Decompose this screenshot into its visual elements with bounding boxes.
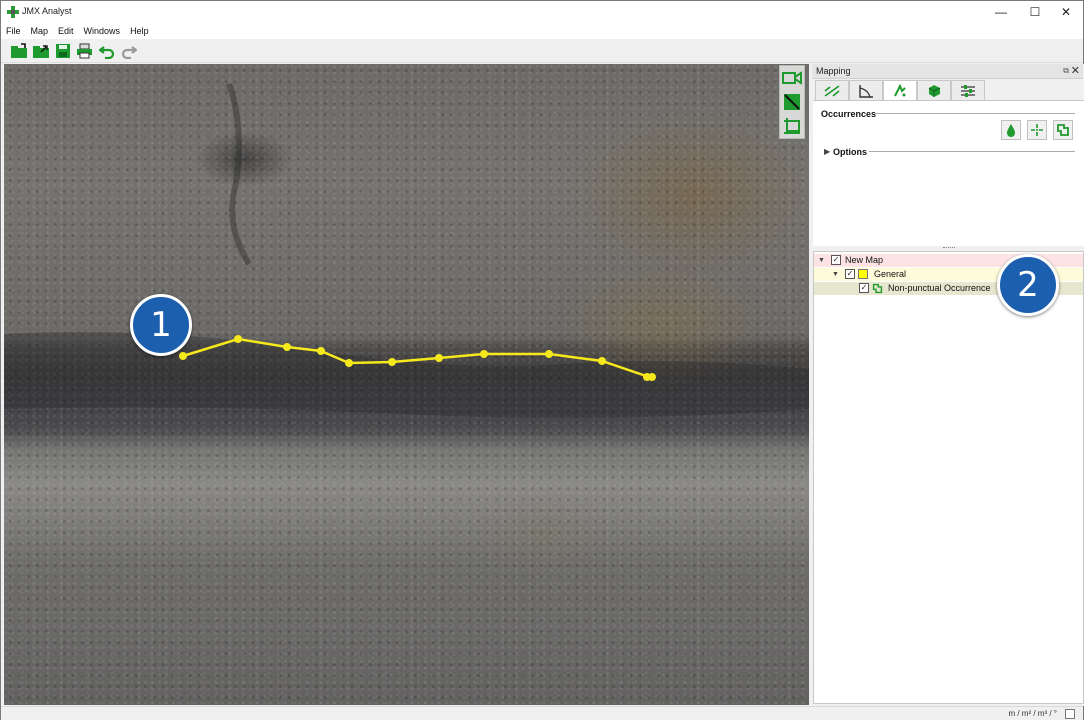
draw-line-icon bbox=[784, 94, 800, 110]
vertex[interactable] bbox=[435, 354, 443, 362]
panel-tabs bbox=[815, 80, 985, 100]
occurrences-section: Occurrences ▶ Options bbox=[813, 100, 1084, 246]
non-punctual-occurrence-icon bbox=[872, 283, 883, 294]
rock-crack bbox=[226, 82, 252, 266]
draw-polygon-icon bbox=[784, 118, 800, 134]
camera-view-button[interactable] bbox=[781, 67, 803, 89]
undo-button[interactable] bbox=[97, 41, 116, 60]
map-view[interactable]: 1 bbox=[4, 64, 809, 705]
occurrences-label: Occurrences bbox=[821, 109, 877, 119]
checkbox[interactable]: ✓ bbox=[831, 255, 841, 265]
tab-angle[interactable] bbox=[849, 80, 883, 100]
surface-icon bbox=[928, 84, 941, 97]
point-occurrence-icon bbox=[1007, 124, 1015, 137]
units-settings-icon[interactable] bbox=[1065, 709, 1075, 719]
section-divider bbox=[875, 113, 1075, 114]
units-readout: m / m² / m³ / ° bbox=[1008, 709, 1057, 718]
vertex[interactable] bbox=[598, 357, 606, 365]
camera-view-icon bbox=[782, 71, 802, 85]
tree-label: Non-punctual Occurrence bbox=[888, 283, 991, 293]
menu-help[interactable]: Help bbox=[125, 26, 154, 36]
options-label[interactable]: Options bbox=[833, 147, 867, 157]
window-title: JMX Analyst bbox=[22, 6, 72, 16]
map-side-toolbar bbox=[779, 65, 805, 139]
vertex[interactable] bbox=[317, 347, 325, 355]
vertex[interactable] bbox=[283, 343, 291, 351]
vertex[interactable] bbox=[545, 350, 553, 358]
occurrence-icon bbox=[894, 83, 906, 96]
callout-1: 1 bbox=[130, 294, 192, 356]
redo-button[interactable] bbox=[119, 41, 138, 60]
color-swatch bbox=[858, 269, 868, 279]
tab-occurrence[interactable] bbox=[883, 80, 917, 100]
panel-title: Mapping bbox=[816, 66, 851, 76]
tab-settings[interactable] bbox=[951, 80, 985, 100]
new-map-icon bbox=[10, 42, 27, 58]
tab-surface[interactable] bbox=[917, 80, 951, 100]
print-button[interactable] bbox=[75, 41, 94, 60]
mapping-panel: Mapping ⧉ ✕ Occurrences ▶ Options ▼ ✓ Ne… bbox=[812, 64, 1084, 706]
crosshair-occurrence-button[interactable] bbox=[1027, 120, 1047, 140]
redo-icon bbox=[121, 45, 137, 59]
open-icon bbox=[32, 44, 49, 58]
open-button[interactable] bbox=[31, 41, 50, 60]
minimize-button[interactable]: — bbox=[984, 1, 1018, 23]
menu-file[interactable]: File bbox=[1, 26, 26, 36]
menu-bar: File Map Edit Windows Help bbox=[1, 23, 1083, 39]
crosshair-occurrence-icon bbox=[1031, 124, 1043, 136]
tab-measure[interactable] bbox=[815, 80, 849, 100]
save-icon bbox=[55, 43, 70, 58]
angle-icon bbox=[859, 84, 873, 98]
vertex[interactable] bbox=[345, 359, 353, 367]
vertex[interactable] bbox=[648, 373, 656, 381]
callout-2: 2 bbox=[997, 254, 1059, 316]
point-occurrence-button[interactable] bbox=[1001, 120, 1021, 140]
expand-arrow-icon[interactable]: ▼ bbox=[818, 257, 825, 264]
app-logo-icon bbox=[7, 6, 19, 18]
app-window: JMX Analyst — ☐ ✕ File Map Edit Windows … bbox=[0, 0, 1084, 720]
close-button[interactable]: ✕ bbox=[1049, 1, 1083, 23]
title-bar: JMX Analyst — ☐ ✕ bbox=[1, 1, 1083, 23]
splitter-grip bbox=[943, 247, 955, 249]
save-button[interactable] bbox=[53, 41, 72, 60]
map-overlay bbox=[4, 82, 809, 418]
options-expand-icon[interactable]: ▶ bbox=[824, 147, 830, 156]
measure-icon bbox=[824, 84, 840, 97]
maximize-button[interactable]: ☐ bbox=[1018, 1, 1052, 23]
vertex[interactable] bbox=[234, 335, 242, 343]
close-panel-icon[interactable]: ✕ bbox=[1071, 64, 1080, 77]
menu-windows[interactable]: Windows bbox=[79, 26, 126, 36]
rock-band bbox=[4, 331, 809, 418]
layer-tree: ▼ ✓ New Map ▼ ✓ General ✓ Non-punctual O… bbox=[813, 251, 1084, 704]
menu-map[interactable]: Map bbox=[26, 26, 54, 36]
vertex[interactable] bbox=[388, 358, 396, 366]
expand-arrow-icon[interactable]: ▼ bbox=[832, 271, 839, 278]
options-divider bbox=[869, 151, 1075, 152]
main-toolbar bbox=[1, 39, 1083, 63]
settings-icon bbox=[961, 84, 975, 97]
status-bar: m / m² / m³ / ° bbox=[1, 706, 1083, 720]
tree-label: General bbox=[874, 269, 907, 279]
new-map-button[interactable] bbox=[9, 41, 28, 60]
checkbox[interactable]: ✓ bbox=[859, 283, 869, 293]
non-punctual-occurrence-button[interactable] bbox=[1053, 120, 1073, 140]
undo-icon bbox=[98, 45, 114, 59]
draw-polygon-button[interactable] bbox=[781, 115, 803, 137]
vertex[interactable] bbox=[480, 350, 488, 358]
vertex[interactable] bbox=[179, 352, 187, 360]
panel-header: Mapping ⧉ ✕ bbox=[812, 64, 1083, 79]
tree-label: New Map bbox=[845, 255, 884, 265]
non-punctual-occurrence-icon bbox=[1057, 124, 1069, 136]
float-panel-icon[interactable]: ⧉ bbox=[1063, 66, 1069, 76]
print-icon bbox=[77, 43, 92, 58]
menu-edit[interactable]: Edit bbox=[53, 26, 79, 36]
draw-line-button[interactable] bbox=[781, 91, 803, 113]
checkbox[interactable]: ✓ bbox=[845, 269, 855, 279]
